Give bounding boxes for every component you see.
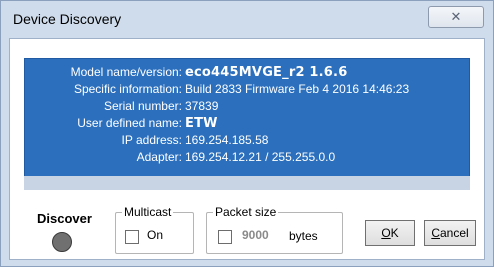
- cancel-mnemonic: C: [431, 226, 440, 240]
- info-value: eco445MVGE_r2 1.6.6: [185, 65, 348, 80]
- info-row-specific: Specific information: Build 2833 Firmwar…: [25, 82, 471, 98]
- device-info-panel: Model name/version: eco445MVGE_r2 1.6.6 …: [24, 58, 470, 190]
- info-label: Adapter:: [136, 150, 182, 164]
- window-title: Device Discovery: [13, 11, 122, 27]
- info-row-model: Model name/version: eco445MVGE_r2 1.6.6: [25, 65, 471, 81]
- ok-mnemonic: O: [381, 226, 391, 240]
- status-indicator-icon[interactable]: [52, 232, 72, 252]
- packet-size-value: 9000: [242, 228, 269, 242]
- info-value: ETW: [185, 116, 218, 131]
- multicast-checkbox[interactable]: [125, 230, 139, 244]
- info-label: Model name/version:: [70, 65, 182, 79]
- info-row-serial: Serial number: 37839: [25, 99, 471, 115]
- title-bar: Device Discovery ✕: [1, 1, 493, 38]
- close-icon: ✕: [450, 9, 462, 25]
- cancel-label: ancel: [439, 226, 469, 240]
- ok-button[interactable]: OK: [365, 220, 415, 246]
- device-discovery-window: Device Discovery ✕ Model name/version: e…: [0, 0, 494, 267]
- info-value: Build 2833 Firmware Feb 4 2016 14:46:23: [185, 82, 410, 96]
- packet-size-unit: bytes: [289, 229, 318, 243]
- packet-size-checkbox[interactable]: [218, 230, 232, 244]
- multicast-legend: Multicast: [122, 205, 174, 219]
- discover-label: Discover: [37, 211, 92, 226]
- info-row-ip: IP address: 169.254.185.58: [25, 133, 471, 149]
- info-value: 37839: [185, 99, 219, 113]
- multicast-group: Multicast On: [115, 205, 194, 254]
- info-value: 169.254.12.21 / 255.255.0.0: [185, 150, 336, 164]
- ok-label: K: [390, 226, 399, 240]
- info-label: Specific information:: [73, 82, 182, 96]
- info-label: IP address:: [121, 133, 182, 147]
- info-value: 169.254.185.58: [185, 133, 269, 147]
- multicast-checkbox-label: On: [147, 228, 164, 242]
- packet-size-legend: Packet size: [213, 205, 279, 219]
- info-panel-footer: [24, 176, 470, 190]
- info-row-user-name: User defined name: ETW: [25, 116, 471, 132]
- info-row-adapter: Adapter: 169.254.12.21 / 255.255.0.0: [25, 150, 471, 166]
- info-label: User defined name:: [77, 116, 182, 130]
- packet-size-group: Packet size 9000 bytes: [206, 205, 343, 254]
- close-button[interactable]: ✕: [428, 6, 484, 28]
- cancel-button[interactable]: Cancel: [424, 220, 476, 246]
- info-label: Serial number:: [103, 99, 182, 113]
